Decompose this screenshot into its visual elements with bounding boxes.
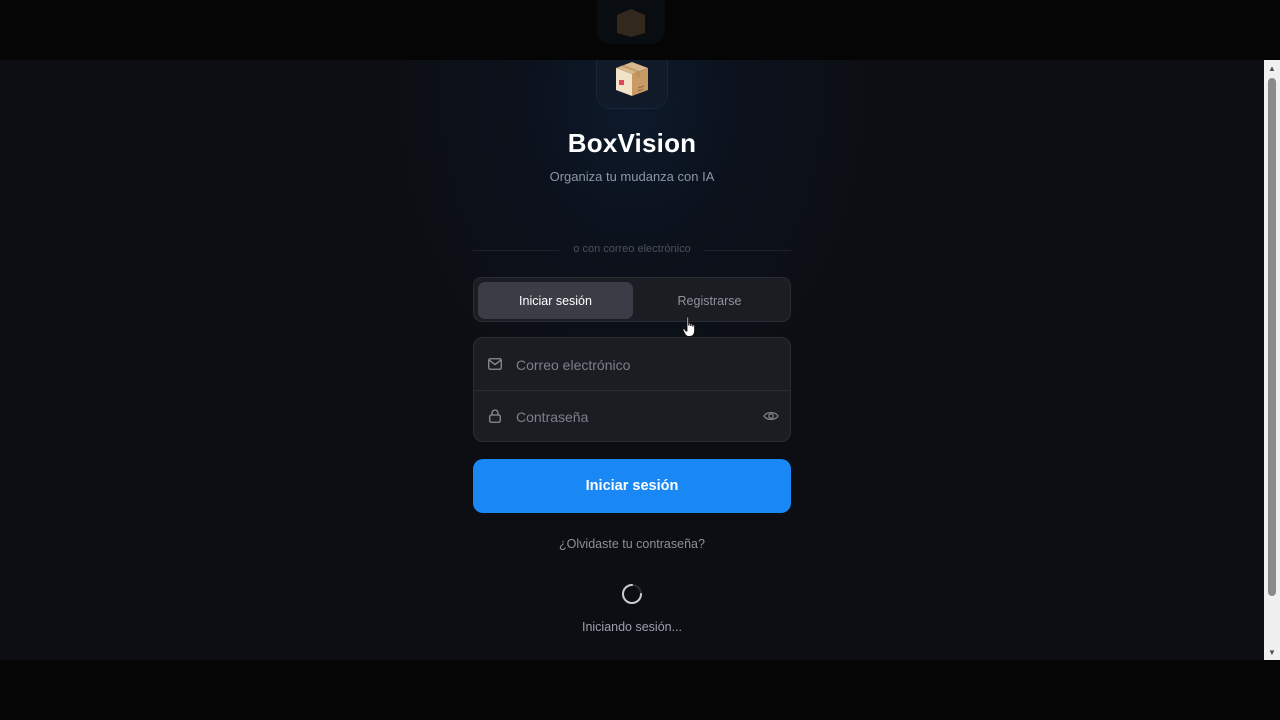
letterbox-top: [0, 0, 1280, 60]
loading-spinner-icon: [622, 584, 642, 604]
vertical-scrollbar[interactable]: ▲ ▼: [1264, 60, 1280, 660]
email-field-row: [474, 338, 790, 392]
password-field-row: [474, 390, 790, 441]
scroll-down-arrow-icon[interactable]: ▼: [1264, 644, 1280, 660]
email-field[interactable]: [514, 338, 758, 392]
email-divider: o con correo electrónico: [473, 242, 791, 258]
auth-tabs: Iniciar sesión Registrarse: [473, 277, 791, 322]
forgot-password-row: ¿Olvidaste tu contraseña?: [0, 537, 1264, 551]
divider-label: o con correo electrónico: [573, 243, 691, 255]
tab-register[interactable]: Registrarse: [632, 282, 787, 319]
tab-login[interactable]: Iniciar sesión: [478, 282, 633, 319]
box-icon: [616, 62, 648, 96]
scroll-up-arrow-icon[interactable]: ▲: [1264, 60, 1280, 76]
app-subtitle: Organiza tu mudanza con IA: [549, 169, 715, 184]
eye-icon[interactable]: [762, 407, 780, 425]
ghost-logo-icon: [597, 0, 665, 44]
hand-cursor-icon: [682, 316, 696, 337]
app-logo: [597, 60, 667, 108]
app-title: BoxVision: [567, 128, 697, 158]
loading-status-text: Iniciando sesión...: [581, 620, 683, 634]
letterbox-bottom: [0, 660, 1280, 720]
password-field[interactable]: [514, 390, 758, 441]
mail-icon: [488, 357, 502, 371]
scrollbar-thumb[interactable]: [1268, 78, 1276, 596]
login-submit-button[interactable]: Iniciar sesión: [473, 459, 791, 513]
lock-icon: [488, 409, 502, 423]
forgot-password-link[interactable]: ¿Olvidaste tu contraseña?: [559, 537, 705, 551]
divider-line-right: [703, 250, 791, 251]
page-viewport: BoxVision Organiza tu mudanza con IA o c…: [0, 60, 1264, 660]
login-form: [473, 337, 791, 442]
